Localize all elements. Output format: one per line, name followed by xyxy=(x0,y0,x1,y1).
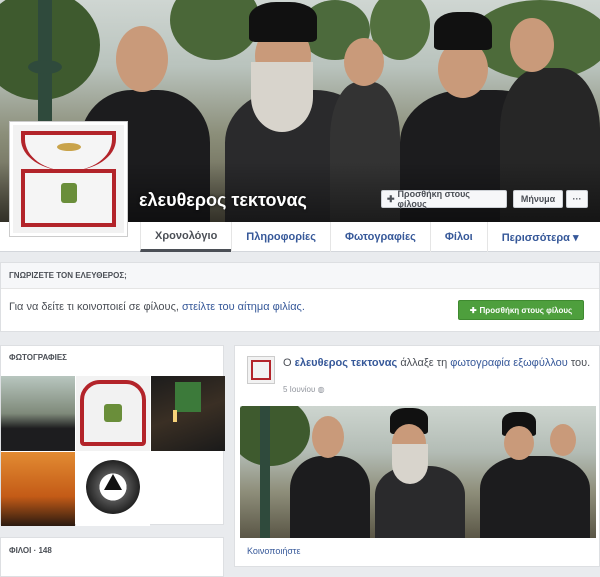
add-friend-green-label: Προσθήκη στους φίλους xyxy=(479,305,573,315)
post-verb: άλλαξε τη xyxy=(400,357,448,369)
post-avatar[interactable] xyxy=(247,356,275,384)
post-author-link[interactable]: ελευθερος τεκτονας xyxy=(295,357,398,369)
friend-request-message: Για να δείτε τι κοινοποιεί σε φίλους, στ… xyxy=(9,301,305,313)
photos-box: ΦΩΤΟΓΡΑΦΙΕΣ xyxy=(0,345,225,526)
send-request-link[interactable]: στείλτε του αίτημα φιλίας. xyxy=(182,301,305,313)
tab-about[interactable]: Πληροφορίες xyxy=(231,222,330,252)
tab-photos[interactable]: Φωτογραφίες xyxy=(330,222,430,252)
post-headline: Ο ελευθερος τεκτονας άλλαξε τη φωτογραφί… xyxy=(283,356,593,370)
photo-thumbnail[interactable] xyxy=(151,376,225,451)
cover-photo-link[interactable]: φωτογραφία εξωφύλλου xyxy=(450,357,568,369)
more-dots-icon: ··· xyxy=(572,194,582,204)
photo-thumbnail[interactable] xyxy=(76,452,150,526)
profile-picture[interactable] xyxy=(9,121,128,237)
lamp-post xyxy=(28,60,62,74)
friends-box[interactable]: ΦΙΛΟΙ · 148 xyxy=(0,537,224,577)
photo-thumbnail[interactable] xyxy=(76,376,150,451)
profile-name[interactable]: ελευθερος τεκτονας xyxy=(139,190,307,211)
masonic-apron-image xyxy=(13,125,124,233)
person-plus-icon: ✚ xyxy=(469,305,477,315)
tab-more[interactable]: Περισσότερα ▾ xyxy=(486,222,593,252)
message-prefix: Για να δείτε τι κοινοποιεί σε φίλους, xyxy=(9,301,179,313)
add-friend-green-button[interactable]: ✚ Προσθήκη στους φίλους xyxy=(458,300,584,320)
add-friend-label: Προσθήκη στους φίλους xyxy=(397,189,470,209)
share-link[interactable]: Κοινοποιήστε xyxy=(247,546,301,556)
photo-grid xyxy=(1,376,225,526)
add-friend-button[interactable]: ✚ Προσθήκη στους φίλους xyxy=(381,189,507,209)
friend-request-header: ΓΝΩΡΙΖΕΤΕ ΤΟΝ ΕΛΕΥΘΕΡΟΣ; xyxy=(1,263,599,289)
cover-change-post: Ο ελευθερος τεκτονας άλλαξε τη φωτογραφί… xyxy=(234,345,600,567)
person-plus-icon: ✚ xyxy=(387,193,395,204)
photo-thumbnail[interactable] xyxy=(1,452,75,526)
tab-timeline[interactable]: Χρονολόγιο xyxy=(140,222,232,252)
post-suffix: του. xyxy=(570,357,591,369)
post-prefix: Ο xyxy=(283,357,292,369)
photo-thumbnail[interactable] xyxy=(1,376,75,451)
globe-icon: ◍ xyxy=(317,385,325,394)
photos-header[interactable]: ΦΩΤΟΓΡΑΦΙΕΣ xyxy=(1,346,223,369)
post-date[interactable]: 5 Ιουνίου ◍ xyxy=(283,385,325,394)
friend-request-box: ΓΝΩΡΙΖΕΤΕ ΤΟΝ ΕΛΕΥΘΕΡΟΣ; Για να δείτε τι… xyxy=(0,262,600,332)
tab-friends[interactable]: Φίλοι xyxy=(429,222,487,252)
post-cover-photo[interactable] xyxy=(240,406,596,538)
message-button[interactable]: Μήνυμα xyxy=(513,190,563,208)
more-options-button[interactable]: ··· xyxy=(566,190,588,208)
post-date-text: 5 Ιουνίου xyxy=(283,385,316,394)
message-label: Μήνυμα xyxy=(520,194,556,204)
